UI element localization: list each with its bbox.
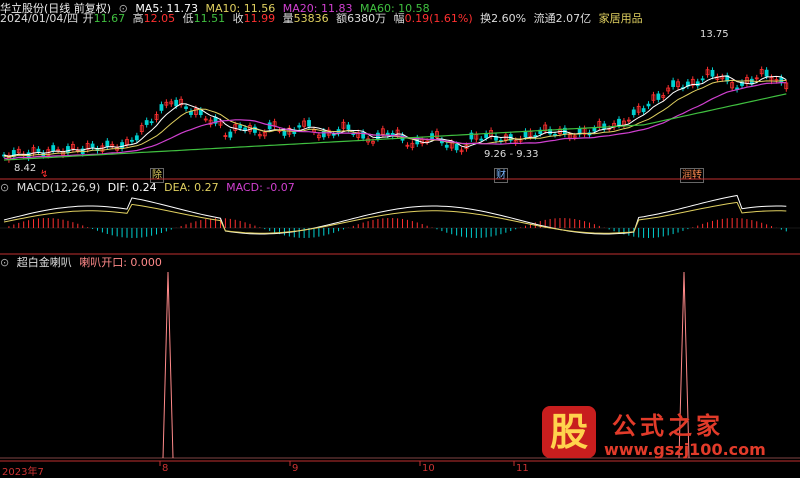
candle-body (646, 103, 651, 107)
candle-body (656, 93, 661, 100)
watermark-logo: 股 公式之家 www.gszj100.com (542, 406, 782, 466)
candle-body (159, 104, 164, 111)
candle-body (592, 127, 597, 132)
candle-body (149, 121, 154, 124)
candle-body (444, 144, 449, 148)
candle-body (617, 118, 621, 126)
candle-body (307, 120, 311, 127)
ma60-line (3, 93, 787, 161)
macd-dea-line (3, 201, 787, 234)
indicator-spike (162, 271, 174, 459)
x-axis-label-3: 10 (422, 463, 435, 474)
candle-body (105, 140, 110, 148)
stock-chart[interactable] (0, 0, 800, 476)
candle-body (523, 130, 528, 138)
candle-body (51, 145, 56, 152)
candle-body (764, 69, 769, 77)
candle-body (144, 120, 149, 125)
logo-name: 公式之家 (612, 411, 724, 440)
candle-body (238, 124, 243, 129)
candle-body (454, 144, 459, 151)
x-axis-label-1: 8 (162, 463, 169, 474)
candle-body (66, 146, 70, 153)
candle-body (198, 109, 203, 116)
candle-body (641, 108, 646, 113)
candle-body (282, 130, 287, 136)
candle-body (321, 130, 326, 138)
candle-body (631, 109, 636, 116)
x-axis-label-4: 11 (516, 463, 529, 474)
candle-body (297, 125, 302, 128)
candle-body (228, 131, 233, 138)
candle-body (331, 133, 336, 136)
candle-body (36, 148, 41, 152)
candle-body (130, 139, 134, 142)
x-axis-label-2: 9 (292, 463, 299, 474)
candle-body (134, 135, 139, 141)
logo-badge: 股 (542, 406, 596, 458)
candle-body (710, 69, 715, 77)
candle-body (90, 143, 95, 148)
candle-body (120, 142, 124, 149)
candle-body (174, 99, 179, 107)
candle-body (346, 124, 351, 130)
candle-body (700, 78, 705, 81)
candle-body (671, 80, 676, 87)
candle-body (695, 81, 700, 87)
logo-url: www.gszj100.com (604, 440, 766, 459)
candle-body (479, 138, 484, 141)
candle-body (184, 106, 188, 109)
